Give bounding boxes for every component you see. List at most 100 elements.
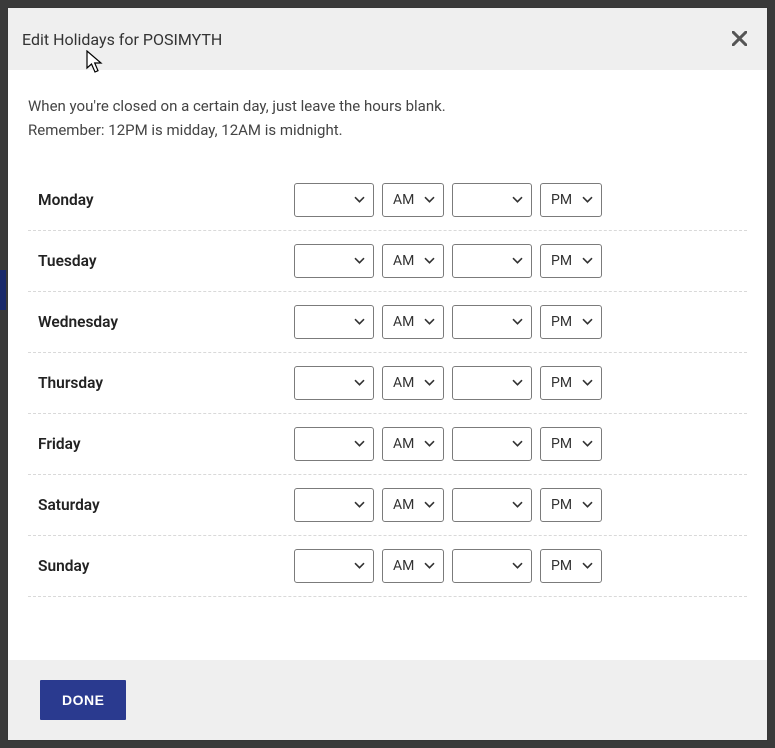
chevron-down-icon <box>512 191 523 207</box>
open-period-select[interactable]: AM <box>382 183 444 217</box>
close-period-select-value: PM <box>551 375 572 391</box>
close-hour-select[interactable] <box>452 183 532 217</box>
open-hour-select[interactable] <box>294 183 374 217</box>
close-period-select-value: PM <box>551 558 572 574</box>
day-label: Sunday <box>28 557 294 575</box>
close-hour-select[interactable] <box>452 244 532 278</box>
time-selects-group: AM PM <box>294 488 602 522</box>
close-period-select-value: PM <box>551 314 572 330</box>
open-period-select-value: AM <box>393 192 414 208</box>
day-row: Saturday AM PM <box>28 475 747 536</box>
open-period-select[interactable]: AM <box>382 549 444 583</box>
close-period-select-value: PM <box>551 192 572 208</box>
chevron-down-icon <box>582 252 593 268</box>
instructions-line-2: Remember: 12PM is midday, 12AM is midnig… <box>28 121 343 139</box>
chevron-down-icon <box>582 435 593 451</box>
open-period-select[interactable]: AM <box>382 488 444 522</box>
open-period-select[interactable]: AM <box>382 366 444 400</box>
open-period-select-value: AM <box>393 558 414 574</box>
chevron-down-icon <box>582 313 593 329</box>
close-period-select-value: PM <box>551 436 572 452</box>
day-label: Monday <box>28 191 294 209</box>
open-hour-select[interactable] <box>294 305 374 339</box>
close-period-select[interactable]: PM <box>540 488 602 522</box>
edit-holidays-modal: Edit Holidays for POSIMYTH When you're c… <box>8 8 767 740</box>
open-hour-select[interactable] <box>294 366 374 400</box>
chevron-down-icon <box>354 435 365 451</box>
day-row: Tuesday AM PM <box>28 231 747 292</box>
close-hour-select[interactable] <box>452 366 532 400</box>
chevron-down-icon <box>354 496 365 512</box>
day-row: Wednesday AM PM <box>28 292 747 353</box>
open-period-select-value: AM <box>393 375 414 391</box>
chevron-down-icon <box>424 496 435 512</box>
chevron-down-icon <box>354 252 365 268</box>
chevron-down-icon <box>424 435 435 451</box>
close-period-select[interactable]: PM <box>540 427 602 461</box>
background-decoration <box>0 270 6 310</box>
open-period-select[interactable]: AM <box>382 427 444 461</box>
days-list: MondayAMPMTuesdayAMPMWednesdayAMPMThursd… <box>28 170 747 597</box>
open-period-select[interactable]: AM <box>382 305 444 339</box>
instructions-text: When you're closed on a certain day, jus… <box>28 94 747 142</box>
modal-title: Edit Holidays for POSIMYTH <box>22 30 222 49</box>
chevron-down-icon <box>354 557 365 573</box>
modal-backdrop: Edit Holidays for POSIMYTH When you're c… <box>0 0 775 748</box>
close-period-select[interactable]: PM <box>540 366 602 400</box>
open-hour-select[interactable] <box>294 549 374 583</box>
close-button[interactable] <box>729 29 749 49</box>
chevron-down-icon <box>582 496 593 512</box>
close-period-select[interactable]: PM <box>540 305 602 339</box>
chevron-down-icon <box>424 557 435 573</box>
time-selects-group: AM PM <box>294 183 602 217</box>
close-hour-select[interactable] <box>452 488 532 522</box>
day-row: Thursday AM PM <box>28 353 747 414</box>
day-row: Friday AM PM <box>28 414 747 475</box>
close-hour-select[interactable] <box>452 305 532 339</box>
day-row: Monday AM PM <box>28 170 747 231</box>
close-hour-select[interactable] <box>452 427 532 461</box>
instructions-line-1: When you're closed on a certain day, jus… <box>28 97 446 115</box>
chevron-down-icon <box>582 557 593 573</box>
close-period-select-value: PM <box>551 253 572 269</box>
open-hour-select[interactable] <box>294 427 374 461</box>
chevron-down-icon <box>424 252 435 268</box>
close-hour-select[interactable] <box>452 549 532 583</box>
time-selects-group: AM PM <box>294 244 602 278</box>
open-hour-select[interactable] <box>294 488 374 522</box>
time-selects-group: AM PM <box>294 305 602 339</box>
chevron-down-icon <box>354 313 365 329</box>
day-label: Friday <box>28 435 294 453</box>
chevron-down-icon <box>424 191 435 207</box>
chevron-down-icon <box>582 374 593 390</box>
time-selects-group: AM PM <box>294 366 602 400</box>
modal-footer: DONE <box>8 660 767 740</box>
done-button[interactable]: DONE <box>40 680 126 720</box>
chevron-down-icon <box>512 252 523 268</box>
chevron-down-icon <box>512 313 523 329</box>
chevron-down-icon <box>424 374 435 390</box>
modal-header: Edit Holidays for POSIMYTH <box>8 8 767 70</box>
chevron-down-icon <box>424 313 435 329</box>
day-label: Tuesday <box>28 252 294 270</box>
modal-body: When you're closed on a certain day, jus… <box>8 70 767 660</box>
chevron-down-icon <box>582 191 593 207</box>
time-selects-group: AM PM <box>294 427 602 461</box>
day-label: Wednesday <box>28 313 294 331</box>
chevron-down-icon <box>354 374 365 390</box>
day-label: Saturday <box>28 496 294 514</box>
chevron-down-icon <box>512 374 523 390</box>
open-period-select[interactable]: AM <box>382 244 444 278</box>
chevron-down-icon <box>512 557 523 573</box>
open-period-select-value: AM <box>393 314 414 330</box>
time-selects-group: AM PM <box>294 549 602 583</box>
close-period-select[interactable]: PM <box>540 183 602 217</box>
close-period-select-value: PM <box>551 497 572 513</box>
chevron-down-icon <box>512 435 523 451</box>
chevron-down-icon <box>512 496 523 512</box>
open-hour-select[interactable] <box>294 244 374 278</box>
chevron-down-icon <box>354 191 365 207</box>
close-period-select[interactable]: PM <box>540 244 602 278</box>
day-label: Thursday <box>28 374 294 392</box>
close-period-select[interactable]: PM <box>540 549 602 583</box>
